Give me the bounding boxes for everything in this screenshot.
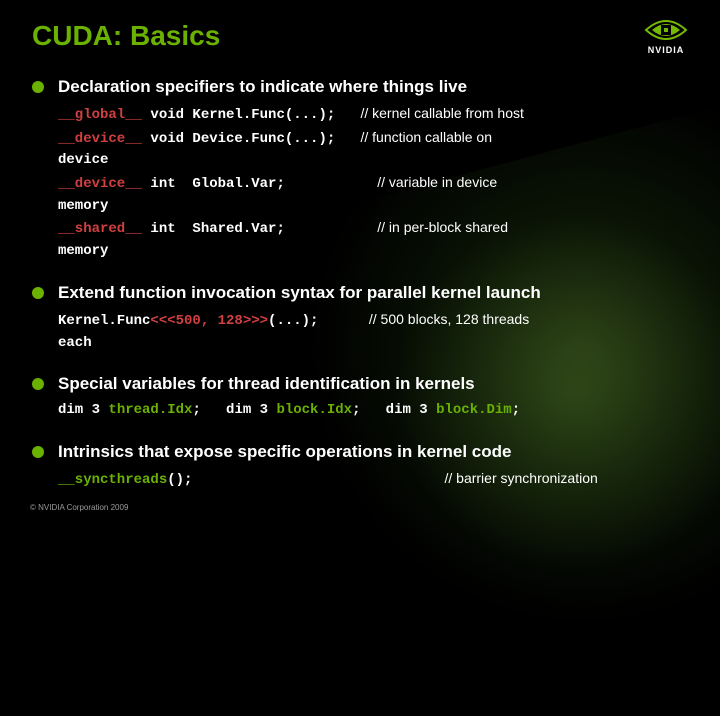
code-text: __shared__ int Shared.Var;: [58, 221, 285, 237]
code-comment: // barrier synchronization: [444, 470, 597, 486]
code-line: __device__ void Device.Func(...); // fun…: [58, 127, 688, 151]
code-block: Kernel.Func<<<500, 128>>>(...); // 500 b…: [58, 309, 688, 354]
section: Extend function invocation syntax for pa…: [32, 283, 688, 354]
section: Special variables for thread identificat…: [32, 374, 688, 422]
section-head: Special variables for thread identificat…: [32, 374, 688, 394]
padding: [192, 472, 444, 488]
bullet-icon: [32, 378, 44, 390]
code-block: __global__ void Kernel.Func(...); // ker…: [58, 103, 688, 263]
code-text: each: [58, 335, 92, 351]
nvidia-logo: NVIDIA: [644, 16, 688, 55]
section-title: Special variables for thread identificat…: [58, 374, 475, 394]
code-comment: // function callable on: [360, 129, 492, 145]
section-head: Declaration specifiers to indicate where…: [32, 77, 688, 97]
code-text: __device__ void Device.Func(...);: [58, 131, 335, 147]
nvidia-eye-icon: [644, 16, 688, 44]
bullet-icon: [32, 446, 44, 458]
section-title: Intrinsics that expose specific operatio…: [58, 442, 511, 462]
code-line: device: [58, 150, 688, 172]
section-head: Extend function invocation syntax for pa…: [32, 283, 688, 303]
code-line: __shared__ int Shared.Var; // in per-blo…: [58, 217, 688, 241]
code-line: memory: [58, 241, 688, 263]
padding: [335, 131, 360, 147]
code-text: __global__ void Kernel.Func(...);: [58, 107, 335, 123]
code-text: __syncthreads();: [58, 472, 192, 488]
code-text: memory: [58, 243, 108, 259]
section: Declaration specifiers to indicate where…: [32, 77, 688, 263]
code-comment: // in per-block shared: [377, 219, 508, 235]
code-text: __device__ int Global.Var;: [58, 176, 285, 192]
code-comment: // 500 blocks, 128 threads: [369, 311, 529, 327]
bullet-icon: [32, 287, 44, 299]
padding: [318, 313, 368, 329]
code-line: __device__ int Global.Var; // variable i…: [58, 172, 688, 196]
code-text: device: [58, 152, 108, 168]
code-line: memory: [58, 196, 688, 218]
code-text: Kernel.Func<<<500, 128>>>(...);: [58, 313, 318, 329]
code-line: dim 3 thread.Idx; dim 3 block.Idx; dim 3…: [58, 400, 688, 422]
slide: CUDA: Basics NVIDIA Declaration specifie…: [0, 0, 720, 540]
title-row: CUDA: Basics NVIDIA: [32, 20, 688, 55]
padding: [335, 107, 360, 123]
sections-container: Declaration specifiers to indicate where…: [32, 77, 688, 492]
code-line: Kernel.Func<<<500, 128>>>(...); // 500 b…: [58, 309, 688, 333]
section-title: Extend function invocation syntax for pa…: [58, 283, 541, 303]
code-text: memory: [58, 198, 108, 214]
bullet-icon: [32, 81, 44, 93]
padding: [285, 176, 377, 192]
code-line: each: [58, 333, 688, 355]
padding: [285, 221, 377, 237]
section-head: Intrinsics that expose specific operatio…: [32, 442, 688, 462]
code-comment: // variable in device: [377, 174, 497, 190]
code-text: dim 3 thread.Idx; dim 3 block.Idx; dim 3…: [58, 402, 520, 418]
nvidia-logo-text: NVIDIA: [648, 45, 685, 55]
code-block: dim 3 thread.Idx; dim 3 block.Idx; dim 3…: [58, 400, 688, 422]
page-title: CUDA: Basics: [32, 20, 220, 52]
section-title: Declaration specifiers to indicate where…: [58, 77, 467, 97]
code-block: __syncthreads(); // barrier synchronizat…: [58, 468, 688, 492]
section: Intrinsics that expose specific operatio…: [32, 442, 688, 492]
copyright-footer: © NVIDIA Corporation 2009: [30, 503, 128, 512]
code-comment: // kernel callable from host: [360, 105, 523, 121]
code-line: __global__ void Kernel.Func(...); // ker…: [58, 103, 688, 127]
code-line: __syncthreads(); // barrier synchronizat…: [58, 468, 688, 492]
